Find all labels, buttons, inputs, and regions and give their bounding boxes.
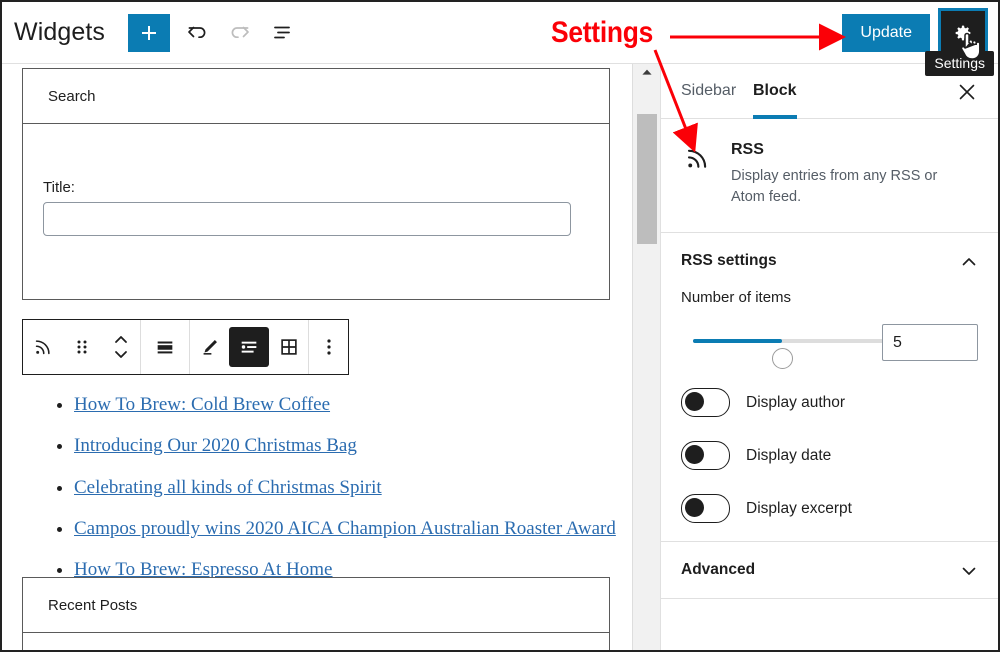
grid-view-icon [280, 339, 297, 355]
more-options-button[interactable] [309, 320, 348, 374]
list-view-icon [274, 26, 290, 39]
editor-scrollbar[interactable] [632, 64, 661, 650]
move-up-down-button[interactable] [101, 320, 140, 374]
panel-header-rss-settings[interactable]: RSS settings [661, 233, 998, 289]
annotation-label: Settings [551, 16, 654, 49]
edit-pencil-button[interactable] [190, 320, 229, 374]
chevron-down-icon [962, 567, 976, 575]
display-date-toggle[interactable] [681, 441, 730, 471]
display-excerpt-toggle[interactable] [681, 494, 730, 524]
close-sidebar-button[interactable] [954, 79, 980, 105]
display-author-toggle[interactable] [681, 388, 730, 418]
number-of-items-slider[interactable] [693, 339, 891, 370]
widget-heading: Recent Posts [23, 578, 609, 633]
rss-feed-link[interactable]: Campos proudly wins 2020 AICA Champion A… [74, 518, 616, 539]
block-name: RSS [731, 141, 764, 158]
toggle-row-display-date: Display date [681, 441, 978, 471]
settings-sidebar: Sidebar Block RSS Display entries from a… [660, 64, 998, 650]
redo-button[interactable] [223, 16, 257, 50]
panel-title: RSS settings [681, 252, 777, 270]
scroll-up-button[interactable] [633, 64, 661, 80]
scroll-up-arrow-icon [642, 69, 652, 75]
block-toolbar-group-align [141, 320, 190, 374]
display-author-label: Display author [746, 393, 846, 411]
panel-divider-bottom [661, 598, 998, 600]
list-view-button[interactable] [266, 16, 300, 50]
widget-card-search: Search Title: [22, 68, 610, 300]
grid-view-toggle-button[interactable] [269, 320, 308, 374]
number-of-items-input[interactable] [882, 324, 978, 362]
toggle-row-display-excerpt: Display excerpt [681, 494, 978, 524]
undo-button[interactable] [180, 16, 214, 50]
list-view-toggle-button[interactable] [229, 327, 269, 367]
update-button[interactable]: Update [842, 14, 930, 52]
toggle-knob [685, 445, 704, 465]
number-of-items-row [681, 322, 978, 370]
rss-feed-link[interactable]: Celebrating all kinds of Christmas Spiri… [74, 477, 382, 498]
title-field-label: Title: [43, 179, 75, 196]
toggle-knob [685, 392, 704, 412]
list-item: How To Brew: Cold Brew Coffee [74, 389, 632, 421]
list-item: Introducing Our 2020 Christmas Bag [74, 430, 632, 462]
widget-heading: Search [23, 69, 609, 124]
hand-pointer-cursor [960, 32, 981, 60]
number-of-items-label: Number of items [681, 289, 792, 307]
panel-body-rss-settings: Number of items Display author Display d… [661, 289, 998, 541]
rss-feed-link[interactable]: Introducing Our 2020 Christmas Bag [74, 435, 357, 456]
widget-card-recent-posts: Recent Posts [22, 577, 610, 650]
toggle-row-display-author: Display author [681, 388, 978, 418]
edit-pencil-icon [203, 340, 217, 355]
rss-feed-list: How To Brew: Cold Brew Coffee Introducin… [40, 389, 632, 595]
panel-header-advanced[interactable]: Advanced [661, 542, 998, 598]
rss-feed-link[interactable]: How To Brew: Cold Brew Coffee [74, 394, 330, 415]
close-icon [959, 84, 975, 100]
redo-arrow-icon [231, 26, 249, 39]
widget-body [23, 633, 609, 650]
display-date-label: Display date [746, 446, 832, 464]
block-toolbar [22, 319, 349, 375]
rss-block-icon-button[interactable] [23, 320, 62, 374]
page-title: Widgets [14, 18, 106, 46]
slider-knob[interactable] [772, 348, 794, 370]
chevron-up-icon [962, 258, 976, 266]
display-excerpt-label: Display excerpt [746, 499, 852, 517]
move-up-down-icon [114, 336, 127, 358]
list-item: Campos proudly wins 2020 AICA Champion A… [74, 513, 632, 545]
slider-fill [693, 339, 783, 344]
widget-body: Title: [23, 124, 609, 299]
align-icon [157, 341, 173, 354]
block-toolbar-group-more [309, 320, 348, 374]
panel-title: Advanced [681, 561, 756, 579]
more-options-icon [326, 339, 331, 355]
add-block-button[interactable] [128, 14, 170, 52]
block-info-card: RSS Display entries from any RSS or Atom… [661, 119, 998, 234]
scrollbar-thumb[interactable] [637, 114, 657, 244]
list-view-icon [241, 341, 257, 353]
widgets-screen: Widgets Update Settings Search Title: • … [0, 0, 1000, 652]
block-toolbar-group-view [190, 320, 309, 374]
undo-arrow-icon [188, 26, 206, 39]
drag-handle-button[interactable] [62, 320, 101, 374]
rss-block-icon [35, 340, 50, 355]
tab-block[interactable]: Block [753, 64, 797, 119]
list-item: Celebrating all kinds of Christmas Spiri… [74, 472, 632, 504]
block-description: Display entries from any RSS or Atom fee… [731, 168, 938, 206]
top-toolbar: Widgets Update Settings [2, 2, 998, 76]
align-button[interactable] [141, 320, 189, 374]
block-toolbar-group-block [23, 320, 141, 374]
widget-editor-canvas: Search Title: • How To Brew: Cold Brew C… [2, 64, 632, 650]
tab-sidebar[interactable]: Sidebar [681, 64, 736, 118]
plus-icon [142, 26, 156, 40]
rss-icon [687, 149, 707, 168]
toggle-knob [685, 498, 704, 518]
title-input[interactable] [43, 202, 571, 236]
drag-handle-icon [77, 340, 86, 354]
